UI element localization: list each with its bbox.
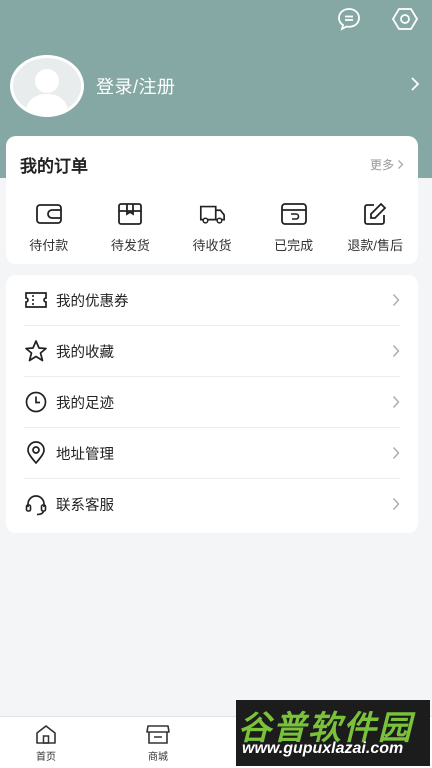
avatar[interactable] [10,55,84,117]
menu-label: 我的优惠券 [56,293,129,310]
menu-item-history[interactable]: 我的足迹 [24,377,400,428]
chevron-right-icon [392,446,400,465]
order-pending-shipment[interactable]: 待发货 [90,201,172,254]
order-completed[interactable]: 已完成 [253,201,335,254]
chevron-right-icon [410,76,420,97]
tab-home[interactable]: 首页 [16,723,76,763]
chevron-right-icon [392,344,400,363]
chevron-right-icon [392,395,400,414]
tab-label: 首页 [36,752,56,763]
wallet-icon [35,201,63,227]
location-icon [24,441,48,465]
chevron-right-icon [398,160,404,169]
completed-box-icon [280,201,308,227]
orders-title: 我的订单 [20,157,88,176]
clock-icon [24,390,48,414]
order-label: 待付款 [29,238,69,253]
watermark-url: www.gupuxlazai.com [242,740,404,757]
watermark-logo: 谷普软件园 www.gupuxlazai.com [236,700,430,766]
settings-icon[interactable] [392,6,418,32]
services-menu-card: 我的优惠券 我的收藏 我的足迹 地址管理 联系客服 [6,275,418,533]
menu-label: 联系客服 [56,498,114,514]
truck-icon [198,201,226,227]
menu-item-addresses[interactable]: 地址管理 [24,428,400,479]
order-pending-receipt[interactable]: 待收货 [171,201,253,254]
home-icon [36,725,56,744]
coupon-icon [24,288,48,312]
order-refund-aftersale[interactable]: 退款/售后 [334,201,416,254]
chevron-right-icon [392,497,400,516]
menu-label: 地址管理 [56,446,114,463]
my-orders-card: 我的订单 更多 待付款 待发货 待收货 已完成 退款/售后 [6,136,418,264]
headset-icon [24,493,48,517]
chevron-right-icon [392,293,400,312]
shop-icon [146,725,170,744]
more-orders-link[interactable]: 更多 [370,156,404,173]
menu-label: 我的收藏 [56,344,114,361]
order-label: 已完成 [274,238,314,253]
chat-icon[interactable] [336,6,362,32]
menu-item-coupons[interactable]: 我的优惠券 [24,275,400,326]
menu-item-favorites[interactable]: 我的收藏 [24,326,400,377]
order-pending-payment[interactable]: 待付款 [8,201,90,254]
top-icon-bar [336,6,418,32]
menu-label: 我的足迹 [56,395,114,412]
login-register-link[interactable]: 登录/注册 [96,73,176,99]
order-label: 待收货 [192,238,232,253]
menu-item-customer-service[interactable]: 联系客服 [24,479,400,530]
package-icon [116,201,144,227]
edit-icon [361,201,389,227]
more-label: 更多 [369,158,394,172]
star-icon [24,339,48,363]
profile-section[interactable]: 登录/注册 [10,54,422,118]
order-label: 退款/售后 [347,238,403,253]
order-label: 待发货 [110,238,150,253]
tab-shop[interactable]: 商城 [128,723,188,763]
tab-label: 商城 [148,752,168,763]
